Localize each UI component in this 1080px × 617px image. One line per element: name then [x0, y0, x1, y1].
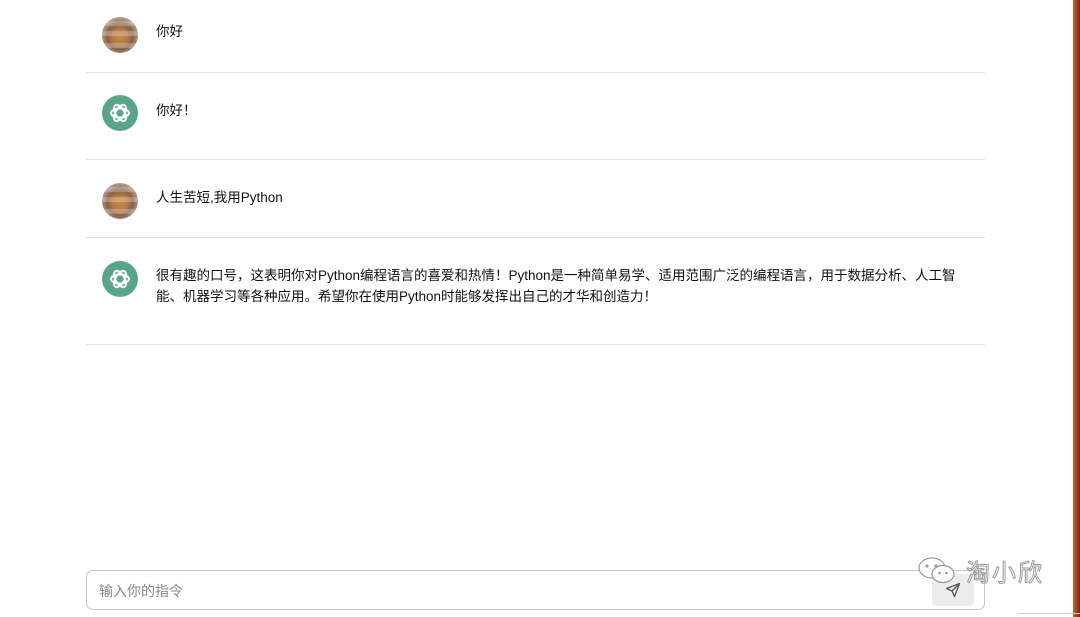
message-text: 人生苦短,我用Python — [156, 190, 283, 205]
user-avatar — [102, 17, 138, 53]
message-user: 人生苦短,我用Python — [86, 160, 985, 238]
openai-logo-icon — [102, 95, 138, 131]
divider — [1018, 613, 1080, 614]
message-text: 很有趣的口号，这表明你对Python编程语言的喜爱和热情！Python是一种简单… — [156, 268, 956, 304]
chat-message-list: 你好 你好！ 人生苦短,我用Python 很有趣的口号，这表明你对Python编… — [86, 0, 985, 345]
user-avatar — [102, 183, 138, 219]
prompt-input-box — [86, 570, 985, 610]
message-assistant: 很有趣的口号，这表明你对Python编程语言的喜爱和热情！Python是一种简单… — [86, 238, 985, 345]
watermark-text: 淘小欣 — [966, 558, 1044, 587]
message-user: 你好 — [86, 0, 985, 73]
message-assistant: 你好！ — [86, 73, 985, 160]
window-edge — [1073, 0, 1080, 617]
watermark: 淘小欣 — [916, 555, 1044, 587]
message-text: 你好 — [156, 24, 183, 39]
wechat-icon — [918, 557, 955, 584]
openai-logo-icon — [102, 261, 138, 297]
message-text: 你好！ — [156, 103, 197, 118]
prompt-input[interactable] — [99, 579, 919, 603]
